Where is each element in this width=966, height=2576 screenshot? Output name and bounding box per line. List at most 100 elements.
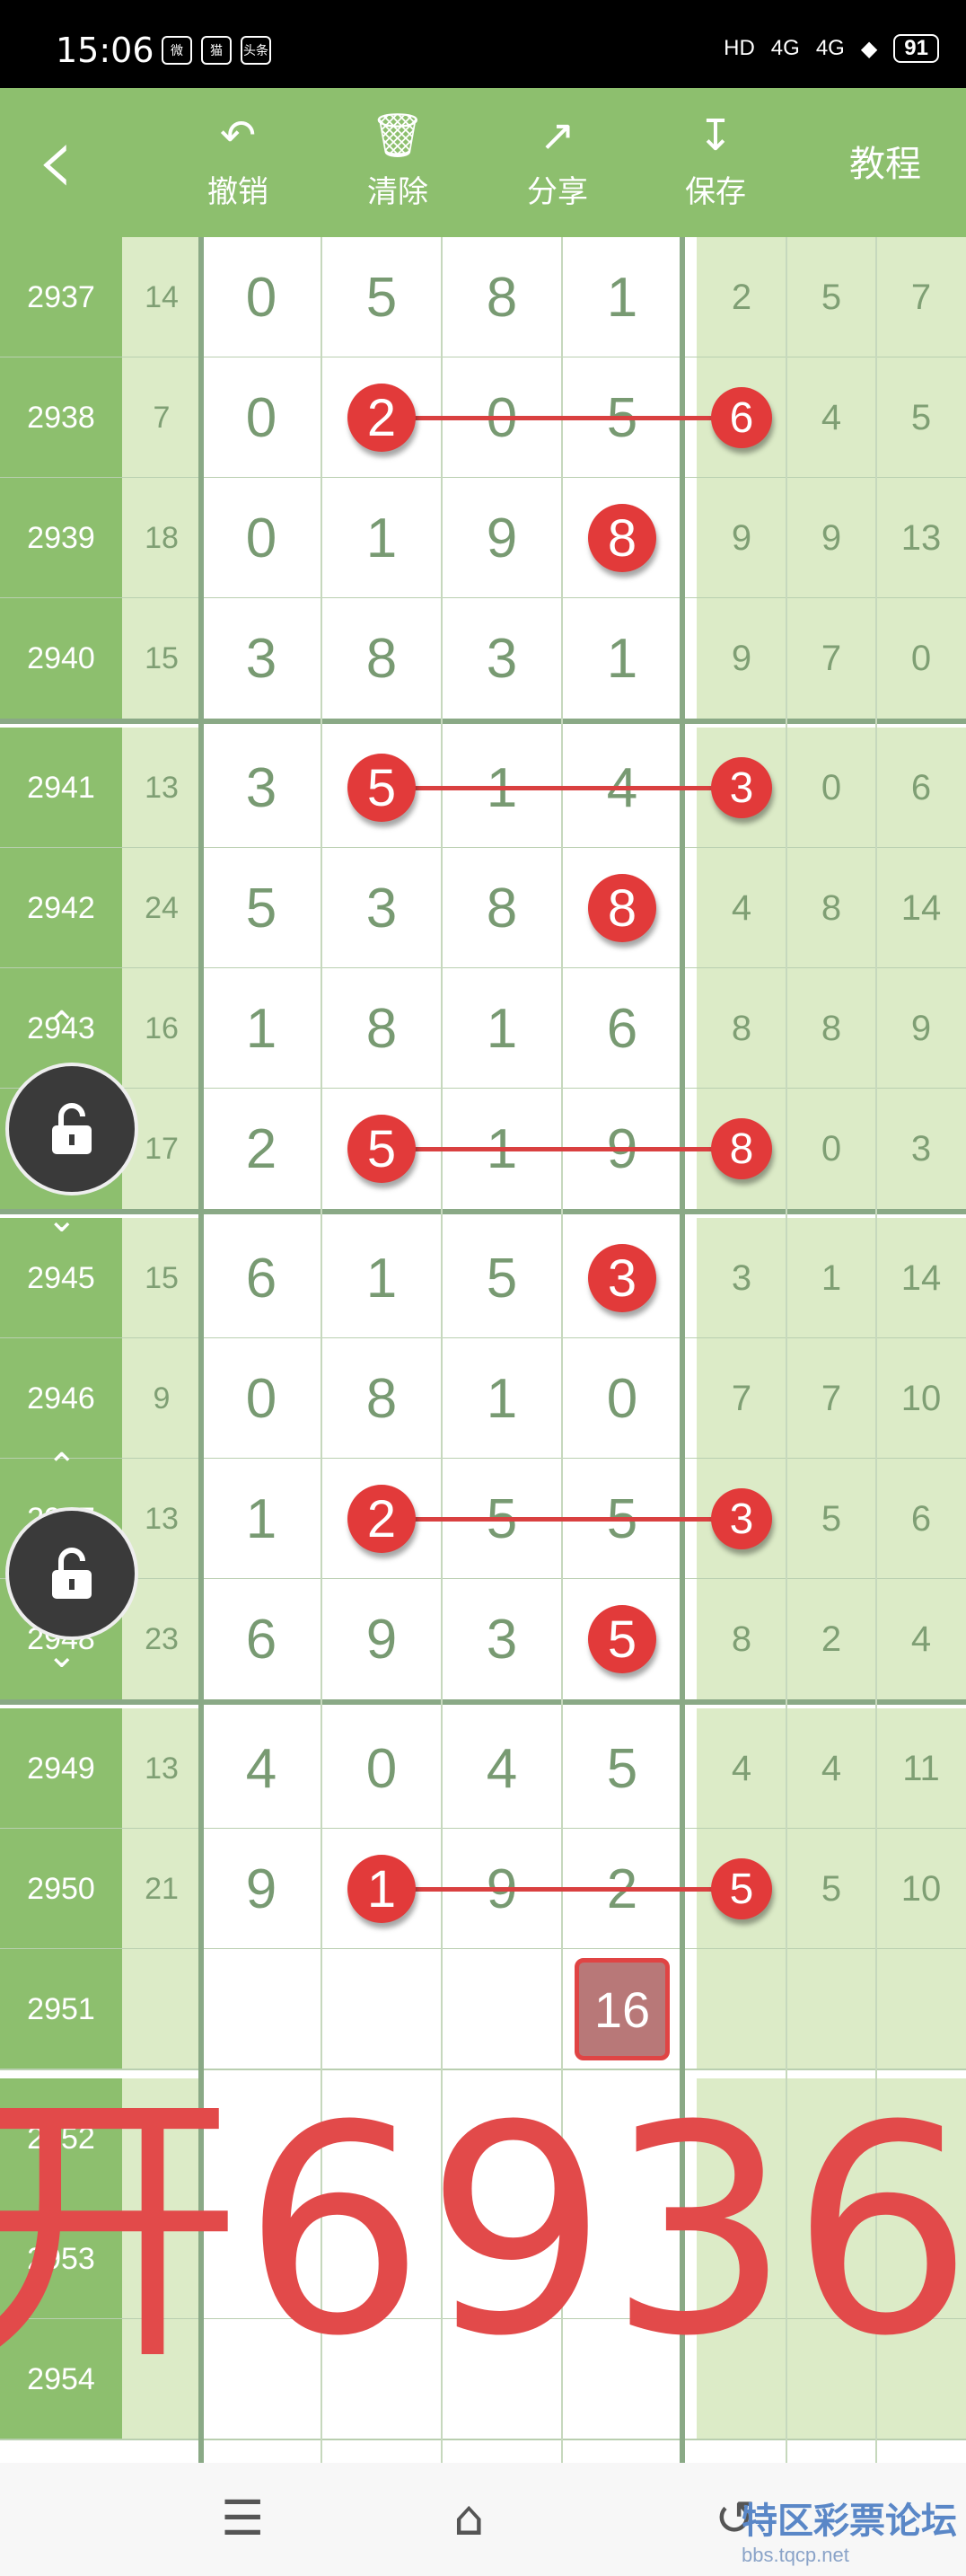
lock-button[interactable]	[5, 1063, 138, 1195]
home-icon[interactable]: ⌂	[453, 2490, 484, 2546]
stat-cell[interactable]: 9	[697, 598, 786, 719]
digit-cell[interactable]: 4	[201, 1708, 321, 1829]
stat-cell[interactable]	[786, 1949, 876, 2069]
digit-cell[interactable]: 6	[562, 968, 682, 1089]
clear-button[interactable]: 🗑 清除	[348, 104, 447, 230]
stat-cell[interactable]: 8	[786, 968, 876, 1089]
stat-cell[interactable]: 11	[876, 1708, 966, 1829]
digit-cell[interactable]: 3	[442, 598, 562, 719]
digit-cell[interactable]: 5	[201, 848, 321, 968]
digit-cell[interactable]: 3	[201, 728, 321, 848]
lock-button-2[interactable]	[5, 1507, 138, 1640]
stat-cell[interactable]: 0	[786, 1089, 876, 1209]
stat-cell[interactable]: 5	[786, 1459, 876, 1579]
stat-cell[interactable]: 10	[876, 1338, 966, 1459]
highlight-ball[interactable]: 1	[347, 1855, 416, 1923]
highlight-ball[interactable]: 2	[347, 384, 416, 452]
digit-cell[interactable]: 0	[201, 237, 321, 357]
stat-cell[interactable]: 5	[786, 237, 876, 357]
stat-cell[interactable]: 10	[876, 1829, 966, 1949]
digit-cell[interactable]: 6	[201, 1579, 321, 1699]
digit-cell[interactable]: 0	[201, 357, 321, 478]
chevron-down-icon[interactable]: ⌄	[47, 1199, 77, 1240]
digit-cell[interactable]: 0	[321, 1708, 442, 1829]
selected-value-box[interactable]: 16	[575, 1958, 670, 2060]
digit-cell[interactable]: 5	[321, 237, 442, 357]
digit-cell[interactable]: 1	[442, 1338, 562, 1459]
stat-cell[interactable]: 14	[876, 848, 966, 968]
stat-cell[interactable]: 7	[786, 1338, 876, 1459]
digit-cell[interactable]: 9	[321, 1579, 442, 1699]
digit-cell[interactable]: 0	[562, 1338, 682, 1459]
stat-cell[interactable]: 13	[876, 478, 966, 598]
digit-cell[interactable]: 8	[442, 848, 562, 968]
highlight-ball[interactable]: 6	[711, 387, 772, 448]
stat-cell[interactable]	[697, 1949, 786, 2069]
stat-cell[interactable]: 3	[697, 1218, 786, 1338]
digit-cell[interactable]	[201, 1949, 321, 2069]
stat-cell[interactable]: 5	[876, 357, 966, 478]
stat-cell[interactable]: 0	[876, 598, 966, 719]
digit-cell[interactable]: 5	[442, 1218, 562, 1338]
share-button[interactable]: ↗ 分享	[508, 104, 607, 230]
undo-button[interactable]: ↶ 撤销	[189, 104, 287, 230]
highlight-ball[interactable]: 8	[588, 874, 656, 942]
digit-cell[interactable]: 1	[201, 1459, 321, 1579]
stat-cell[interactable]: 4	[786, 1708, 876, 1829]
highlight-ball[interactable]: 3	[711, 1488, 772, 1549]
digit-cell[interactable]: 8	[321, 1338, 442, 1459]
highlight-ball[interactable]: 3	[588, 1244, 656, 1312]
chevron-up-icon-2[interactable]: ⌃	[47, 1446, 77, 1487]
digit-cell[interactable]: 6	[201, 1218, 321, 1338]
stat-cell[interactable]: 4	[876, 1579, 966, 1699]
stat-cell[interactable]: 8	[697, 968, 786, 1089]
stat-cell[interactable]: 4	[697, 848, 786, 968]
stat-cell[interactable]: 5	[786, 1829, 876, 1949]
stat-cell[interactable]: 9	[786, 478, 876, 598]
digit-cell[interactable]: 1	[562, 237, 682, 357]
highlight-ball[interactable]: 2	[347, 1485, 416, 1553]
digit-cell[interactable]: 0	[201, 1338, 321, 1459]
stat-cell[interactable]: 8	[697, 1579, 786, 1699]
highlight-ball[interactable]: 5	[588, 1605, 656, 1673]
tutorial-button[interactable]: 教程	[849, 135, 921, 187]
digit-cell[interactable]: 8	[321, 598, 442, 719]
digit-cell[interactable]: 1	[442, 968, 562, 1089]
stat-cell[interactable]: 6	[876, 1459, 966, 1579]
highlight-ball[interactable]: 5	[347, 754, 416, 822]
highlight-ball[interactable]: 5	[347, 1115, 416, 1183]
digit-cell[interactable]: 9	[442, 478, 562, 598]
stat-cell[interactable]: 7	[786, 598, 876, 719]
stat-cell[interactable]: 1	[786, 1218, 876, 1338]
digit-cell[interactable]: 3	[201, 598, 321, 719]
highlight-ball[interactable]: 3	[711, 757, 772, 818]
stat-cell[interactable]: 6	[876, 728, 966, 848]
stat-cell[interactable]: 8	[786, 848, 876, 968]
stat-cell[interactable]: 9	[697, 478, 786, 598]
stat-cell[interactable]: 9	[876, 968, 966, 1089]
digit-cell[interactable]: 5	[562, 1708, 682, 1829]
digit-cell[interactable]: 0	[201, 478, 321, 598]
digit-cell[interactable]: 9	[201, 1829, 321, 1949]
stat-cell[interactable]: 2	[697, 237, 786, 357]
digit-cell[interactable]: 8	[321, 968, 442, 1089]
stat-cell[interactable]: 3	[876, 1089, 966, 1209]
stat-cell[interactable]: 4	[697, 1708, 786, 1829]
stat-cell[interactable]: 2	[786, 1579, 876, 1699]
digit-cell[interactable]: 3	[442, 1579, 562, 1699]
chevron-up-icon[interactable]: ⌃	[47, 1004, 77, 1045]
digit-cell[interactable]: 3	[321, 848, 442, 968]
stat-cell[interactable]: 14	[876, 1218, 966, 1338]
digit-cell[interactable]: 1	[321, 1218, 442, 1338]
stat-cell[interactable]: 0	[786, 728, 876, 848]
digit-cell[interactable]: 1	[321, 478, 442, 598]
digit-cell[interactable]	[442, 1949, 562, 2069]
digit-cell[interactable]: 1	[562, 598, 682, 719]
digit-cell[interactable]: 4	[442, 1708, 562, 1829]
menu-icon[interactable]: ☰	[221, 2490, 264, 2546]
stat-cell[interactable]: 4	[786, 357, 876, 478]
stat-cell[interactable]	[876, 1949, 966, 2069]
digit-cell[interactable]: 8	[442, 237, 562, 357]
highlight-ball[interactable]: 5	[711, 1858, 772, 1919]
highlight-ball[interactable]: 8	[711, 1118, 772, 1179]
